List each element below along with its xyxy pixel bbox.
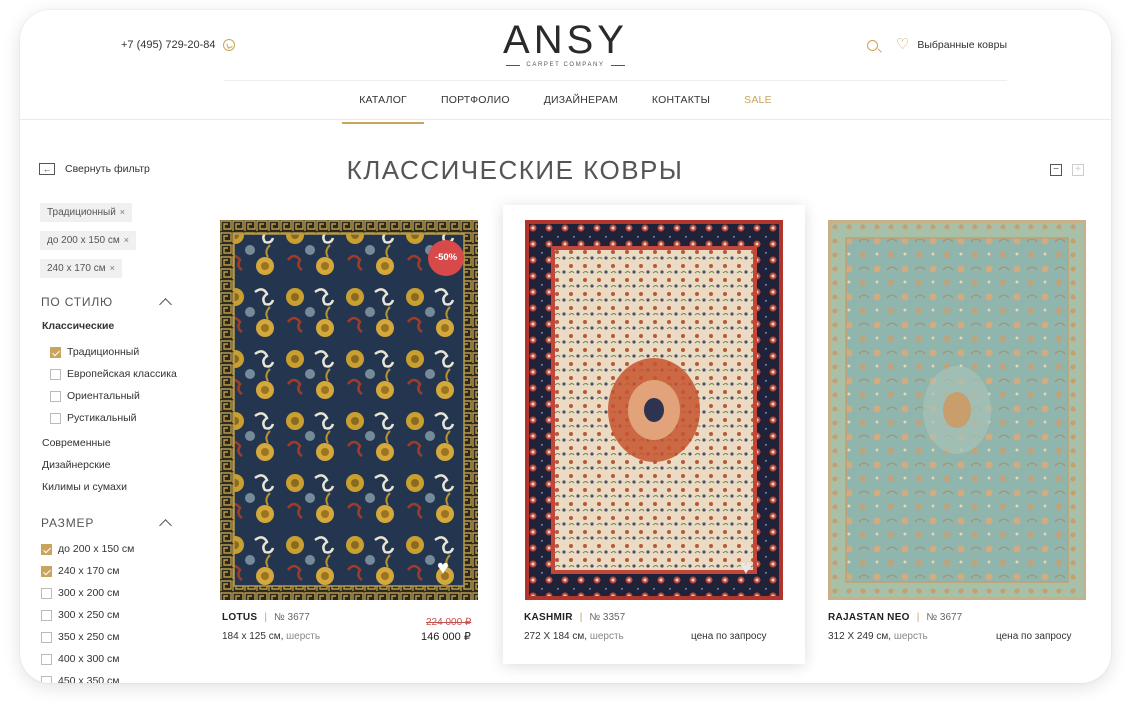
- size-option[interactable]: 400 х 300 см: [41, 653, 120, 665]
- nav-divider: [20, 119, 1111, 120]
- product-image-rajastan-neo[interactable]: [828, 220, 1086, 600]
- product-size: 184 x 125 см, шерсть: [222, 631, 321, 642]
- product-number: № 3677: [274, 612, 310, 623]
- style-option-oriental[interactable]: Ориентальный: [50, 390, 140, 402]
- arrow-left-icon: ←: [39, 163, 55, 175]
- filter-chip[interactable]: до 200 х 150 см ×: [40, 231, 137, 250]
- header-actions: ♡ Выбранные ковры: [866, 36, 1007, 53]
- size-option[interactable]: 240 х 170 см: [41, 565, 120, 577]
- size-option[interactable]: 300 х 250 см: [41, 609, 120, 621]
- style-option-rustic[interactable]: Рустикальный: [50, 412, 137, 424]
- checkbox[interactable]: [50, 412, 61, 424]
- favorites-link[interactable]: ♡ Выбранные ковры: [895, 36, 1007, 53]
- heart-icon[interactable]: ♥: [740, 558, 760, 578]
- style-group-kilims[interactable]: Килимы и сумахи: [42, 481, 127, 493]
- close-icon[interactable]: ×: [110, 263, 115, 273]
- browser-frame: +7 (495) 729-20-84 ANSY CARPET COMPANY ♡…: [20, 10, 1111, 683]
- page-title: КЛАССИЧЕСКИЕ КОВРЫ: [346, 155, 684, 185]
- product-name: RAJASTAN NEO: [828, 612, 910, 623]
- product-name-row: RAJASTAN NEO | № 3677: [828, 612, 963, 623]
- checkbox[interactable]: [50, 346, 61, 358]
- collapse-filter-label: Свернуть фильтр: [65, 163, 150, 175]
- product-image-kashmir[interactable]: [525, 220, 783, 600]
- view-toggle: − +: [1050, 164, 1084, 176]
- price-on-request: цена по запросу: [691, 631, 767, 642]
- checkbox[interactable]: [50, 368, 61, 380]
- checkbox[interactable]: [41, 543, 52, 555]
- checkbox[interactable]: [41, 631, 52, 643]
- style-group-designer[interactable]: Дизайнерские: [42, 459, 111, 471]
- collapse-filter-button[interactable]: ← Свернуть фильтр: [39, 163, 150, 175]
- logo-subtitle: CARPET COMPANY: [20, 62, 1111, 68]
- product-name: LOTUS: [222, 612, 258, 623]
- heart-icon: ♡: [895, 36, 910, 53]
- filter-chip[interactable]: 240 х 170 см ×: [40, 259, 122, 278]
- product-name-row: KASHMIR | № 3357: [524, 612, 626, 623]
- size-filter-title[interactable]: РАЗМЕР: [41, 516, 94, 530]
- close-icon[interactable]: ×: [124, 235, 129, 245]
- checkbox[interactable]: [41, 587, 52, 599]
- style-filter-title[interactable]: ПО СТИЛЮ: [41, 295, 113, 309]
- size-option[interactable]: 450 х 350 см: [41, 675, 120, 683]
- favorites-label: Выбранные ковры: [917, 39, 1007, 51]
- plus-icon[interactable]: +: [1072, 164, 1084, 176]
- style-option-traditional[interactable]: Традиционный: [50, 346, 139, 358]
- product-name-row: LOTUS | № 3677: [222, 612, 310, 623]
- product-price: 146 000 ₽: [421, 631, 471, 643]
- minus-icon[interactable]: −: [1050, 164, 1062, 176]
- active-filter-chips: Традиционный × до 200 х 150 см × 240 х 170…: [40, 202, 137, 286]
- product-image-lotus[interactable]: [220, 220, 478, 600]
- product-size: 272 X 184 см, шерсть: [524, 631, 624, 642]
- discount-badge: -50%: [428, 240, 464, 276]
- price-on-request: цена по запросу: [996, 631, 1072, 642]
- checkbox[interactable]: [41, 675, 52, 683]
- chevron-up-icon[interactable]: [159, 519, 172, 532]
- size-option[interactable]: 350 х 250 см: [41, 631, 120, 643]
- product-size: 312 X 249 см, шерсть: [828, 631, 928, 642]
- search-icon[interactable]: [866, 39, 878, 51]
- size-option[interactable]: до 200 х 150 см: [41, 543, 134, 555]
- filter-chip[interactable]: Традиционный ×: [40, 203, 133, 222]
- product-old-price: 224 000 ₽: [426, 617, 472, 628]
- checkbox[interactable]: [41, 609, 52, 621]
- heart-icon[interactable]: ♥: [437, 558, 457, 578]
- product-number: № 3677: [926, 612, 963, 623]
- style-group-classic[interactable]: Классические: [42, 320, 114, 332]
- product-name: KASHMIR: [524, 612, 573, 623]
- chevron-up-icon[interactable]: [159, 298, 172, 311]
- close-icon[interactable]: ×: [120, 207, 125, 217]
- checkbox[interactable]: [50, 390, 61, 402]
- product-number: № 3357: [589, 612, 626, 623]
- size-option[interactable]: 300 х 200 см: [41, 587, 120, 599]
- style-option-european[interactable]: Европейская классика: [50, 368, 177, 380]
- header-divider: [224, 80, 1007, 81]
- style-group-modern[interactable]: Современные: [42, 437, 111, 449]
- checkbox[interactable]: [41, 653, 52, 665]
- checkbox[interactable]: [41, 565, 52, 577]
